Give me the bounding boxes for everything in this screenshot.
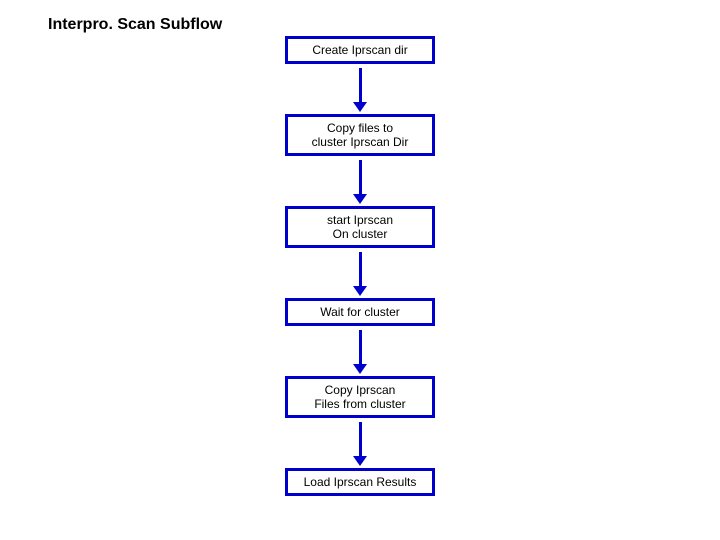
arrow-shaft <box>359 422 362 456</box>
arrow-shaft <box>359 160 362 194</box>
flow-node-label: cluster Iprscan Dir <box>292 135 428 149</box>
flow-node-label: Files from cluster <box>292 397 428 411</box>
flowchart-container: Create Iprscan dir Copy files to cluster… <box>280 36 440 496</box>
flow-arrow <box>353 68 367 112</box>
flow-node: Wait for cluster <box>285 298 435 326</box>
flow-node-label: Load Iprscan Results <box>292 475 428 489</box>
chevron-down-icon <box>353 102 367 112</box>
chevron-down-icon <box>353 286 367 296</box>
chevron-down-icon <box>353 456 367 466</box>
flow-arrow <box>353 160 367 204</box>
arrow-shaft <box>359 330 362 364</box>
flow-node-label: On cluster <box>292 227 428 241</box>
chevron-down-icon <box>353 364 367 374</box>
arrow-shaft <box>359 252 362 286</box>
flow-node: Load Iprscan Results <box>285 468 435 496</box>
flow-node: Copy files to cluster Iprscan Dir <box>285 114 435 156</box>
flow-node: start Iprscan On cluster <box>285 206 435 248</box>
flow-node-label: Copy Iprscan <box>292 383 428 397</box>
flow-node-label: Copy files to <box>292 121 428 135</box>
flow-node-label: Wait for cluster <box>292 305 428 319</box>
flow-node-label: Create Iprscan dir <box>292 43 428 57</box>
flow-node: Create Iprscan dir <box>285 36 435 64</box>
flow-arrow <box>353 422 367 466</box>
flow-arrow <box>353 252 367 296</box>
flow-node-label: start Iprscan <box>292 213 428 227</box>
diagram-title: Interpro. Scan Subflow <box>48 16 222 34</box>
flow-arrow <box>353 330 367 374</box>
arrow-shaft <box>359 68 362 102</box>
flow-node: Copy Iprscan Files from cluster <box>285 376 435 418</box>
chevron-down-icon <box>353 194 367 204</box>
